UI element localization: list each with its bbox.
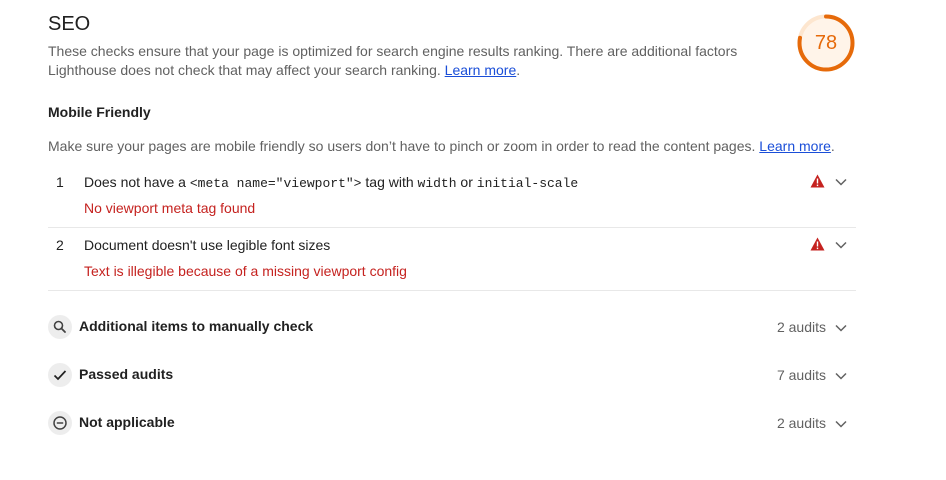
chevron-down-icon[interactable] [835, 420, 847, 428]
category-description-text: These checks ensure that your page is op… [48, 43, 738, 78]
score-value: 78 [814, 32, 838, 54]
clump-title: Not applicable [79, 414, 175, 430]
clump-title: Passed audits [79, 366, 174, 382]
clump-count: 2 audits [776, 319, 826, 335]
warning-triangle-icon [810, 174, 825, 188]
audit-title-code: width [417, 176, 457, 191]
clump-icon-bg [48, 411, 72, 435]
audit-subtitle: Text is illegible because of a missing v… [84, 263, 407, 279]
clump-manual[interactable]: Additional items to manually check 2 aud… [48, 314, 856, 340]
warning-triangle-icon [810, 237, 825, 251]
audit-title-code: initial-scale [476, 176, 579, 191]
clump-count: 7 audits [776, 367, 826, 383]
clump-count: 2 audits [776, 415, 826, 431]
category-learn-more-link[interactable]: Learn more [445, 62, 517, 78]
audit-title: Document doesn't use legible font sizes [84, 237, 331, 253]
audit-title-part: or [456, 174, 477, 190]
audit-title-part: tag with [361, 174, 418, 190]
audit-subtitle: No viewport meta tag found [84, 200, 256, 216]
chevron-down-icon[interactable] [835, 178, 847, 186]
category-description: These checks ensure that your page is op… [48, 42, 768, 79]
audit-title-part: Does not have a [84, 174, 190, 190]
clump-icon-bg [48, 363, 72, 387]
clump-not-applicable[interactable]: Not applicable 2 audits [48, 410, 856, 436]
chevron-down-icon[interactable] [835, 372, 847, 380]
clump-title: Additional items to manually check [79, 318, 314, 334]
chevron-down-icon[interactable] [835, 241, 847, 249]
clump-passed[interactable]: Passed audits 7 audits [48, 362, 856, 388]
category-description-period: . [516, 61, 521, 78]
audit-number: 2 [56, 237, 64, 253]
minus-circle-icon [53, 416, 67, 430]
group-description-period: . [830, 138, 835, 154]
audit-font-size[interactable]: 2 Document doesn't use legible font size… [48, 227, 856, 291]
group-title-mobile-friendly: Mobile Friendly [48, 104, 151, 120]
audit-title: Does not have a <meta name="viewport"> t… [84, 174, 578, 191]
group-description-text: Make sure your pages are mobile friendly… [48, 138, 756, 154]
audit-number: 1 [56, 174, 64, 190]
chevron-down-icon[interactable] [835, 324, 847, 332]
group-learn-more-link[interactable]: Learn more [759, 138, 831, 154]
category-title: SEO [48, 13, 91, 35]
checkmark-icon [53, 370, 67, 381]
search-icon [53, 320, 66, 333]
group-description: Make sure your pages are mobile friendly… [48, 138, 835, 154]
audit-title-code: <meta name="viewport"> [189, 176, 362, 191]
audit-viewport[interactable]: 1 Does not have a <meta name="viewport">… [48, 164, 856, 228]
score-gauge: 78 [796, 13, 856, 73]
clump-icon-bg [48, 315, 72, 339]
